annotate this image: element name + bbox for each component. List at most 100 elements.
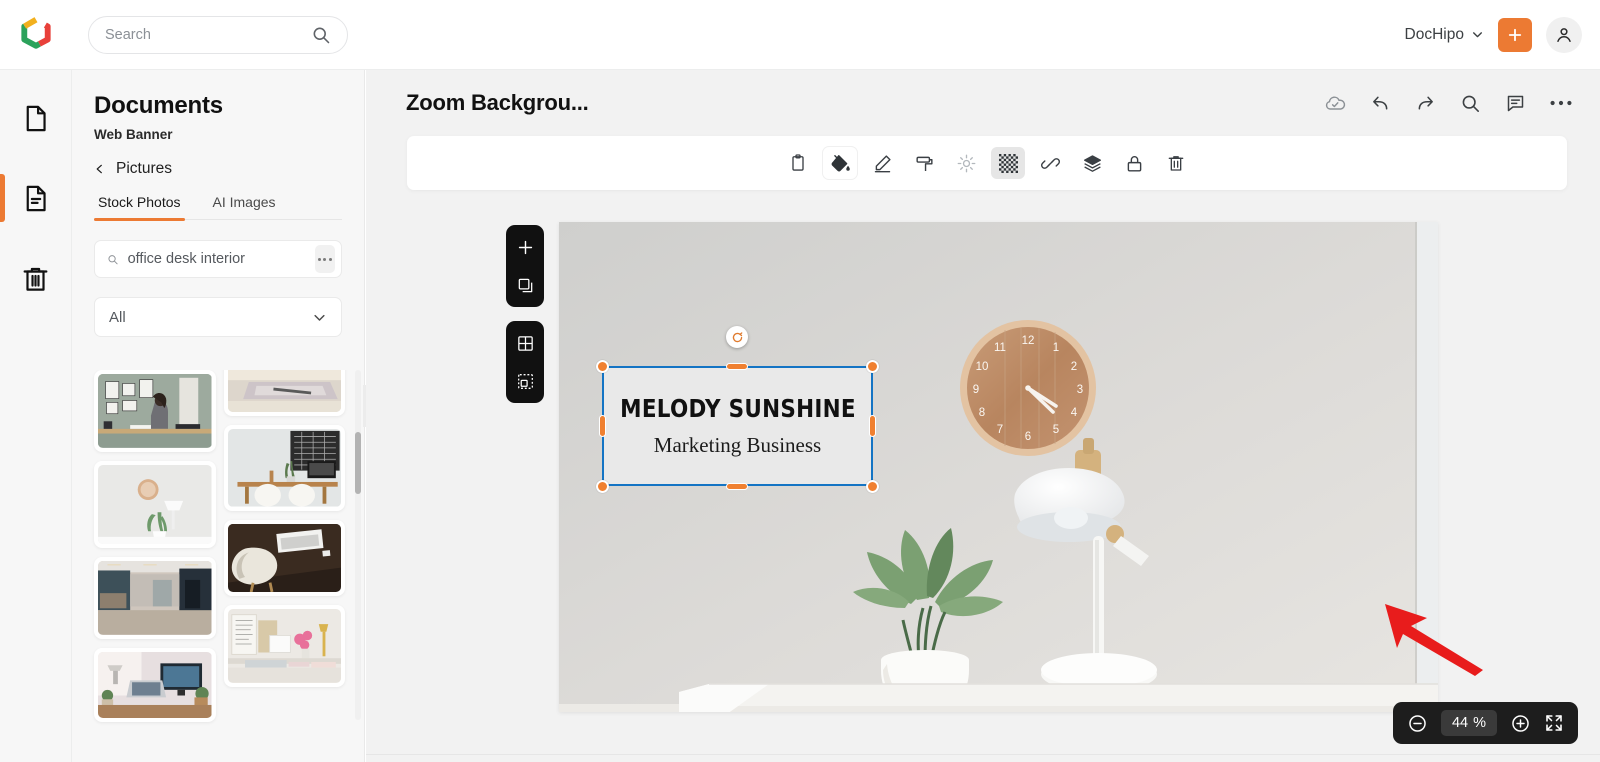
paint-bucket-icon xyxy=(831,154,850,171)
zoom-percent: 44 xyxy=(1451,715,1469,731)
list-item[interactable] xyxy=(94,460,216,549)
brightness-button[interactable] xyxy=(949,147,983,179)
find-button[interactable] xyxy=(1460,93,1481,114)
list-item[interactable] xyxy=(223,370,345,417)
category-filter-select[interactable]: All xyxy=(94,297,342,337)
zoom-control: 44 % xyxy=(1392,702,1578,744)
resize-handle-top-left[interactable] xyxy=(596,360,609,373)
link-icon xyxy=(1040,157,1060,169)
design-canvas[interactable]: 12 1 2 345 678 9 10 11 MELODY SUNSHINE M… xyxy=(559,222,1438,712)
left-rail xyxy=(0,70,72,762)
sidebar-item-pages[interactable] xyxy=(0,92,72,144)
grid-column-left xyxy=(94,370,216,762)
list-item[interactable] xyxy=(223,425,345,511)
chevron-left-icon xyxy=(96,164,102,174)
app-logo[interactable] xyxy=(0,16,72,53)
page-title[interactable]: Zoom Backgrou... xyxy=(406,90,589,116)
tab-ai-images[interactable]: AI Images xyxy=(209,194,280,219)
breadcrumb-label: Pictures xyxy=(116,160,172,177)
top-bar: DocHipo xyxy=(0,0,1600,70)
list-item[interactable] xyxy=(223,519,345,596)
document-lines-icon xyxy=(26,185,46,211)
add-page-button[interactable] xyxy=(510,232,540,262)
add-page-icon xyxy=(518,240,532,254)
cloud-saved-icon[interactable] xyxy=(1324,92,1346,114)
svg-text:7: 7 xyxy=(997,424,1003,436)
account-label: DocHipo xyxy=(1404,25,1464,43)
bright-workspace-flowers-photo xyxy=(227,608,341,683)
more-options-button[interactable] xyxy=(1550,100,1572,106)
zoom-out-button[interactable] xyxy=(1407,713,1428,734)
plus-icon xyxy=(1508,28,1522,41)
editor-action-bar xyxy=(1324,92,1572,114)
topbar-right-group: DocHipo xyxy=(1405,16,1600,53)
svg-text:4: 4 xyxy=(1071,407,1078,419)
layers-position-button[interactable] xyxy=(1075,147,1109,179)
select-area-button[interactable] xyxy=(510,366,540,396)
sidebar-item-documents[interactable] xyxy=(0,172,72,224)
resize-handle-left[interactable] xyxy=(599,415,606,437)
search-icon xyxy=(1462,95,1479,112)
zoom-in-button[interactable] xyxy=(1510,713,1531,734)
user-avatar[interactable] xyxy=(1546,16,1582,53)
svg-text:10: 10 xyxy=(976,361,989,373)
picture-source-tabs: Stock Photos AI Images xyxy=(94,194,342,221)
svg-text:8: 8 xyxy=(979,407,985,419)
delete-button[interactable] xyxy=(1159,147,1193,179)
grid-view-button[interactable] xyxy=(510,328,540,358)
list-item[interactable] xyxy=(94,557,216,639)
search-icon xyxy=(313,27,330,43)
rotate-handle[interactable] xyxy=(726,326,748,348)
duplicate-page-icon xyxy=(518,278,532,292)
sidebar-item-trash[interactable] xyxy=(0,252,72,304)
link-button[interactable] xyxy=(1033,147,1067,179)
photo-search-input[interactable] xyxy=(127,251,315,267)
element-subtitle-text: Marketing Business xyxy=(653,433,822,457)
redo-button[interactable] xyxy=(1415,93,1436,114)
more-options-icon xyxy=(317,257,321,261)
zoom-value-display[interactable]: 44 % xyxy=(1440,710,1497,736)
edit-button[interactable] xyxy=(865,147,899,179)
account-menu[interactable]: DocHipo xyxy=(1405,26,1484,44)
duplicate-page-button[interactable] xyxy=(510,270,540,300)
panel-scrollbar-thumb[interactable] xyxy=(355,432,361,494)
pencil-icon xyxy=(874,154,891,172)
search-more-options-button[interactable] xyxy=(314,245,335,273)
fill-color-button[interactable] xyxy=(823,147,857,179)
list-item[interactable] xyxy=(94,647,216,723)
minus-circle-icon xyxy=(1409,714,1426,732)
panel-scrollbar[interactable] xyxy=(355,370,361,720)
clipboard-icon xyxy=(792,154,804,171)
wall-clock-plant-photo xyxy=(98,464,212,545)
select-area-icon xyxy=(517,373,533,389)
apply-style-button[interactable] xyxy=(907,147,941,179)
transparency-button[interactable] xyxy=(991,147,1025,179)
photo-search-field[interactable] xyxy=(94,240,342,278)
tab-stock-photos[interactable]: Stock Photos xyxy=(94,194,185,221)
search-input[interactable] xyxy=(105,26,311,43)
copy-style-button[interactable] xyxy=(781,147,815,179)
plus-circle-icon xyxy=(1512,714,1529,732)
chevron-down-icon xyxy=(1473,32,1482,38)
undo-button[interactable] xyxy=(1370,93,1391,114)
lock-button[interactable] xyxy=(1117,147,1151,179)
person-icon xyxy=(1557,27,1571,42)
global-search[interactable] xyxy=(88,15,348,54)
breadcrumb-back-pictures[interactable]: Pictures xyxy=(72,142,364,178)
svg-text:2: 2 xyxy=(1071,361,1077,373)
fullscreen-button[interactable] xyxy=(1544,713,1564,733)
resize-handle-right[interactable] xyxy=(869,415,876,437)
resize-handle-top-right[interactable] xyxy=(866,360,879,373)
lock-icon xyxy=(1127,155,1141,172)
resize-handle-top[interactable] xyxy=(726,363,748,370)
selected-text-element[interactable]: MELODY SUNSHINE Marketing Business xyxy=(602,366,873,486)
create-new-button[interactable] xyxy=(1498,17,1532,52)
resize-handle-bottom-left[interactable] xyxy=(596,480,609,493)
list-item[interactable] xyxy=(94,370,216,452)
resize-handle-bottom[interactable] xyxy=(726,483,748,490)
object-toolbar xyxy=(407,136,1567,190)
comments-button[interactable] xyxy=(1505,93,1526,114)
list-item[interactable] xyxy=(223,604,345,687)
resize-handle-bottom-right[interactable] xyxy=(866,480,879,493)
grid-column-right xyxy=(223,370,345,762)
